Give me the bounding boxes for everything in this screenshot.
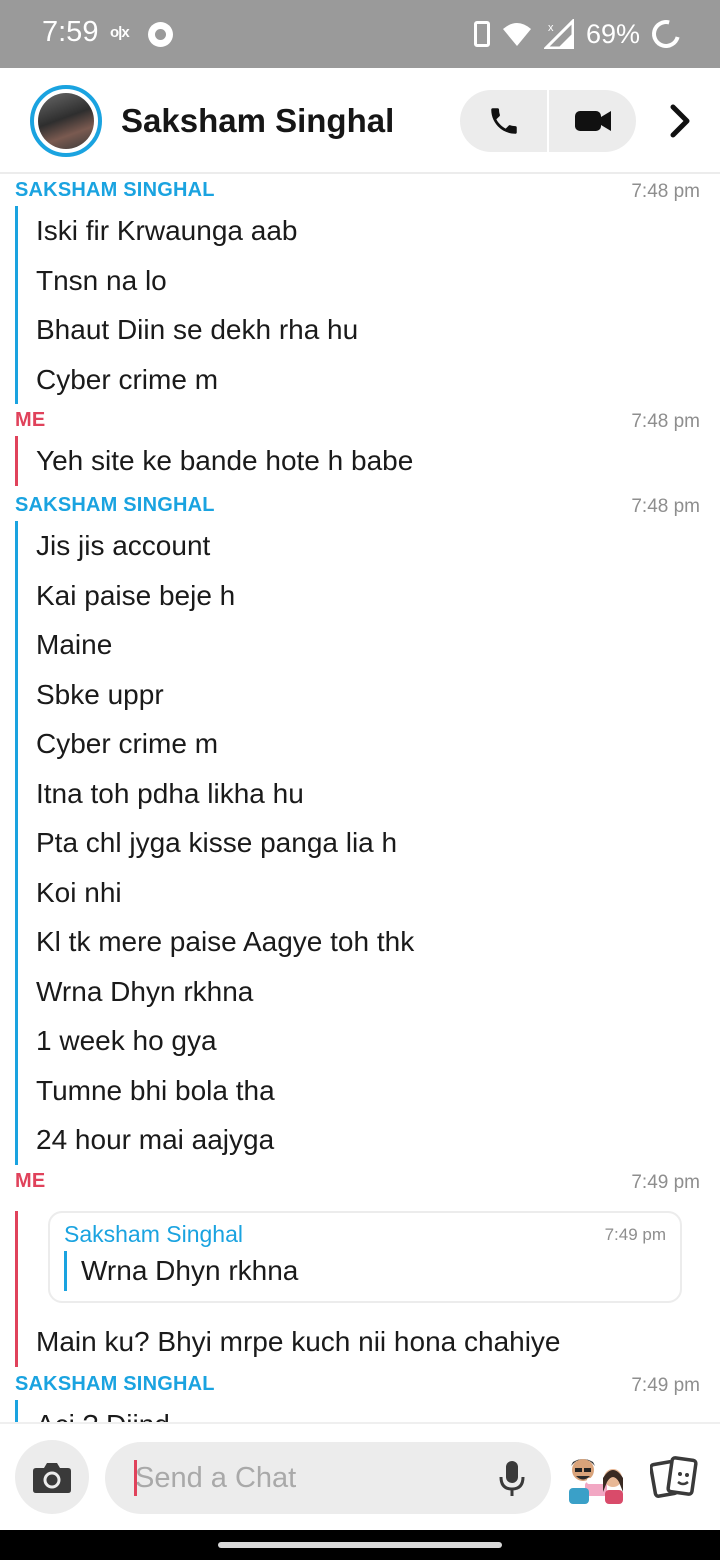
- sender-row: ME 7:49 pm: [0, 1167, 720, 1197]
- battery-percent: 69%: [585, 18, 640, 49]
- message[interactable]: Bhaut Diin se dekh rha hu: [18, 305, 720, 355]
- sender-name: ME: [15, 1170, 46, 1192]
- video-icon: [574, 111, 611, 131]
- chat-list[interactable]: SAKSHAM SINGHAL 7:48 pm Iski fir Krwaung…: [0, 176, 720, 1422]
- voice-call-button[interactable]: [460, 90, 547, 152]
- chevron-right-icon[interactable]: [660, 96, 700, 146]
- message[interactable]: Tumne bhi bola tha: [18, 1066, 720, 1116]
- message-block: Saksham Singhal 7:49 pm Wrna Dhyn rkhna …: [15, 1211, 720, 1367]
- avatar-photo: [38, 93, 94, 149]
- camera-icon: [33, 1463, 71, 1493]
- message[interactable]: Tnsn na lo: [18, 256, 720, 306]
- quote-text: Wrna Dhyn rkhna: [64, 1251, 298, 1291]
- cards-icon[interactable]: [649, 1454, 698, 1502]
- message-group: ME 7:48 pm Yeh site ke bande hote h babe: [0, 406, 720, 491]
- message-block: Yeh site ke bande hote h babe: [15, 436, 720, 486]
- text-caret: [134, 1460, 137, 1496]
- message-block: Iski fir Krwaunga aab Tnsn na lo Bhaut D…: [15, 206, 720, 404]
- contact-name[interactable]: Saksham Singhal: [121, 102, 394, 140]
- signal-icon: x: [543, 19, 574, 49]
- olx-icon: o|x: [110, 24, 130, 41]
- sender-row: ME 7:48 pm: [0, 406, 720, 436]
- svg-text:x: x: [548, 22, 554, 34]
- sender-name: SAKSHAM SINGHAL: [15, 494, 215, 516]
- wifi-icon: [502, 23, 531, 46]
- message[interactable]: Main ku? Bhyi mrpe kuch nii hona chahiye: [18, 1317, 720, 1367]
- message[interactable]: Koi nhi: [18, 868, 720, 918]
- chat-header: Saksham Singhal: [0, 68, 720, 174]
- message[interactable]: Cyber crime m: [18, 355, 720, 405]
- message[interactable]: 1 week ho gya: [18, 1016, 720, 1066]
- status-time: 7:59: [42, 16, 99, 48]
- message-block: Acj ? Diind: [15, 1400, 720, 1422]
- message-group: ME 7:49 pm Saksham Singhal 7:49 pm Wrna …: [0, 1167, 720, 1370]
- message[interactable]: Kai paise beje h: [18, 571, 720, 621]
- message[interactable]: 24 hour mai aajyga: [18, 1115, 720, 1165]
- message-time: 7:48 pm: [631, 411, 700, 432]
- message-time: 7:49 pm: [631, 1375, 700, 1396]
- message-block: Jis jis account Kai paise beje h Maine S…: [15, 521, 720, 1165]
- message[interactable]: Itna toh pdha likha hu: [18, 769, 720, 819]
- message-time: 7:48 pm: [631, 181, 700, 202]
- message[interactable]: Jis jis account: [18, 521, 720, 571]
- chat-input-bar: [0, 1422, 720, 1530]
- message-time: 7:49 pm: [631, 1172, 700, 1193]
- message[interactable]: Yeh site ke bande hote h babe: [18, 436, 720, 486]
- sender-row: SAKSHAM SINGHAL 7:48 pm: [0, 176, 720, 206]
- quote-time: 7:49 pm: [604, 1225, 666, 1244]
- message[interactable]: Cyber crime m: [18, 719, 720, 769]
- message-group: SAKSHAM SINGHAL 7:48 pm Jis jis account …: [0, 491, 720, 1167]
- quoted-message[interactable]: Saksham Singhal 7:49 pm Wrna Dhyn rkhna: [48, 1211, 682, 1303]
- sender-name: ME: [15, 409, 46, 431]
- status-right-group: x 69%: [473, 14, 686, 54]
- message[interactable]: Pta chl jyga kisse panga lia h: [18, 818, 720, 868]
- message[interactable]: Iski fir Krwaunga aab: [18, 206, 720, 256]
- sender-name: SAKSHAM SINGHAL: [15, 179, 215, 201]
- call-actions: [460, 90, 636, 152]
- phone-icon: [490, 108, 517, 134]
- message[interactable]: Wrna Dhyn rkhna: [18, 967, 720, 1017]
- bitmoji-icon[interactable]: [563, 1452, 629, 1506]
- message[interactable]: Sbke uppr: [18, 670, 720, 720]
- message-time: 7:48 pm: [631, 496, 700, 517]
- message[interactable]: Acj ? Diind: [18, 1400, 720, 1422]
- message-group: SAKSHAM SINGHAL 7:48 pm Iski fir Krwaung…: [0, 176, 720, 406]
- sender-name: SAKSHAM SINGHAL: [15, 1373, 215, 1395]
- sender-row: SAKSHAM SINGHAL 7:48 pm: [0, 491, 720, 521]
- chrome-icon: [148, 22, 173, 47]
- system-nav-bar: [0, 1530, 720, 1560]
- status-bar: 7:59 o|x x 69%: [0, 0, 720, 68]
- chat-input[interactable]: [105, 1442, 551, 1514]
- message[interactable]: Kl tk mere paise Aagye toh thk: [18, 917, 720, 967]
- vibrate-icon: [473, 21, 490, 47]
- message[interactable]: Maine: [18, 620, 720, 670]
- message-group: SAKSHAM SINGHAL 7:49 pm Acj ? Diind: [0, 1370, 720, 1422]
- avatar[interactable]: [30, 85, 102, 157]
- battery-ring-icon: [646, 14, 686, 54]
- camera-button[interactable]: [15, 1440, 89, 1514]
- mic-icon[interactable]: [496, 1460, 528, 1498]
- quote-sender: Saksham Singhal: [64, 1221, 243, 1247]
- sender-row: SAKSHAM SINGHAL 7:49 pm: [0, 1370, 720, 1400]
- home-gesture-handle[interactable]: [218, 1542, 502, 1548]
- video-call-button[interactable]: [549, 90, 636, 152]
